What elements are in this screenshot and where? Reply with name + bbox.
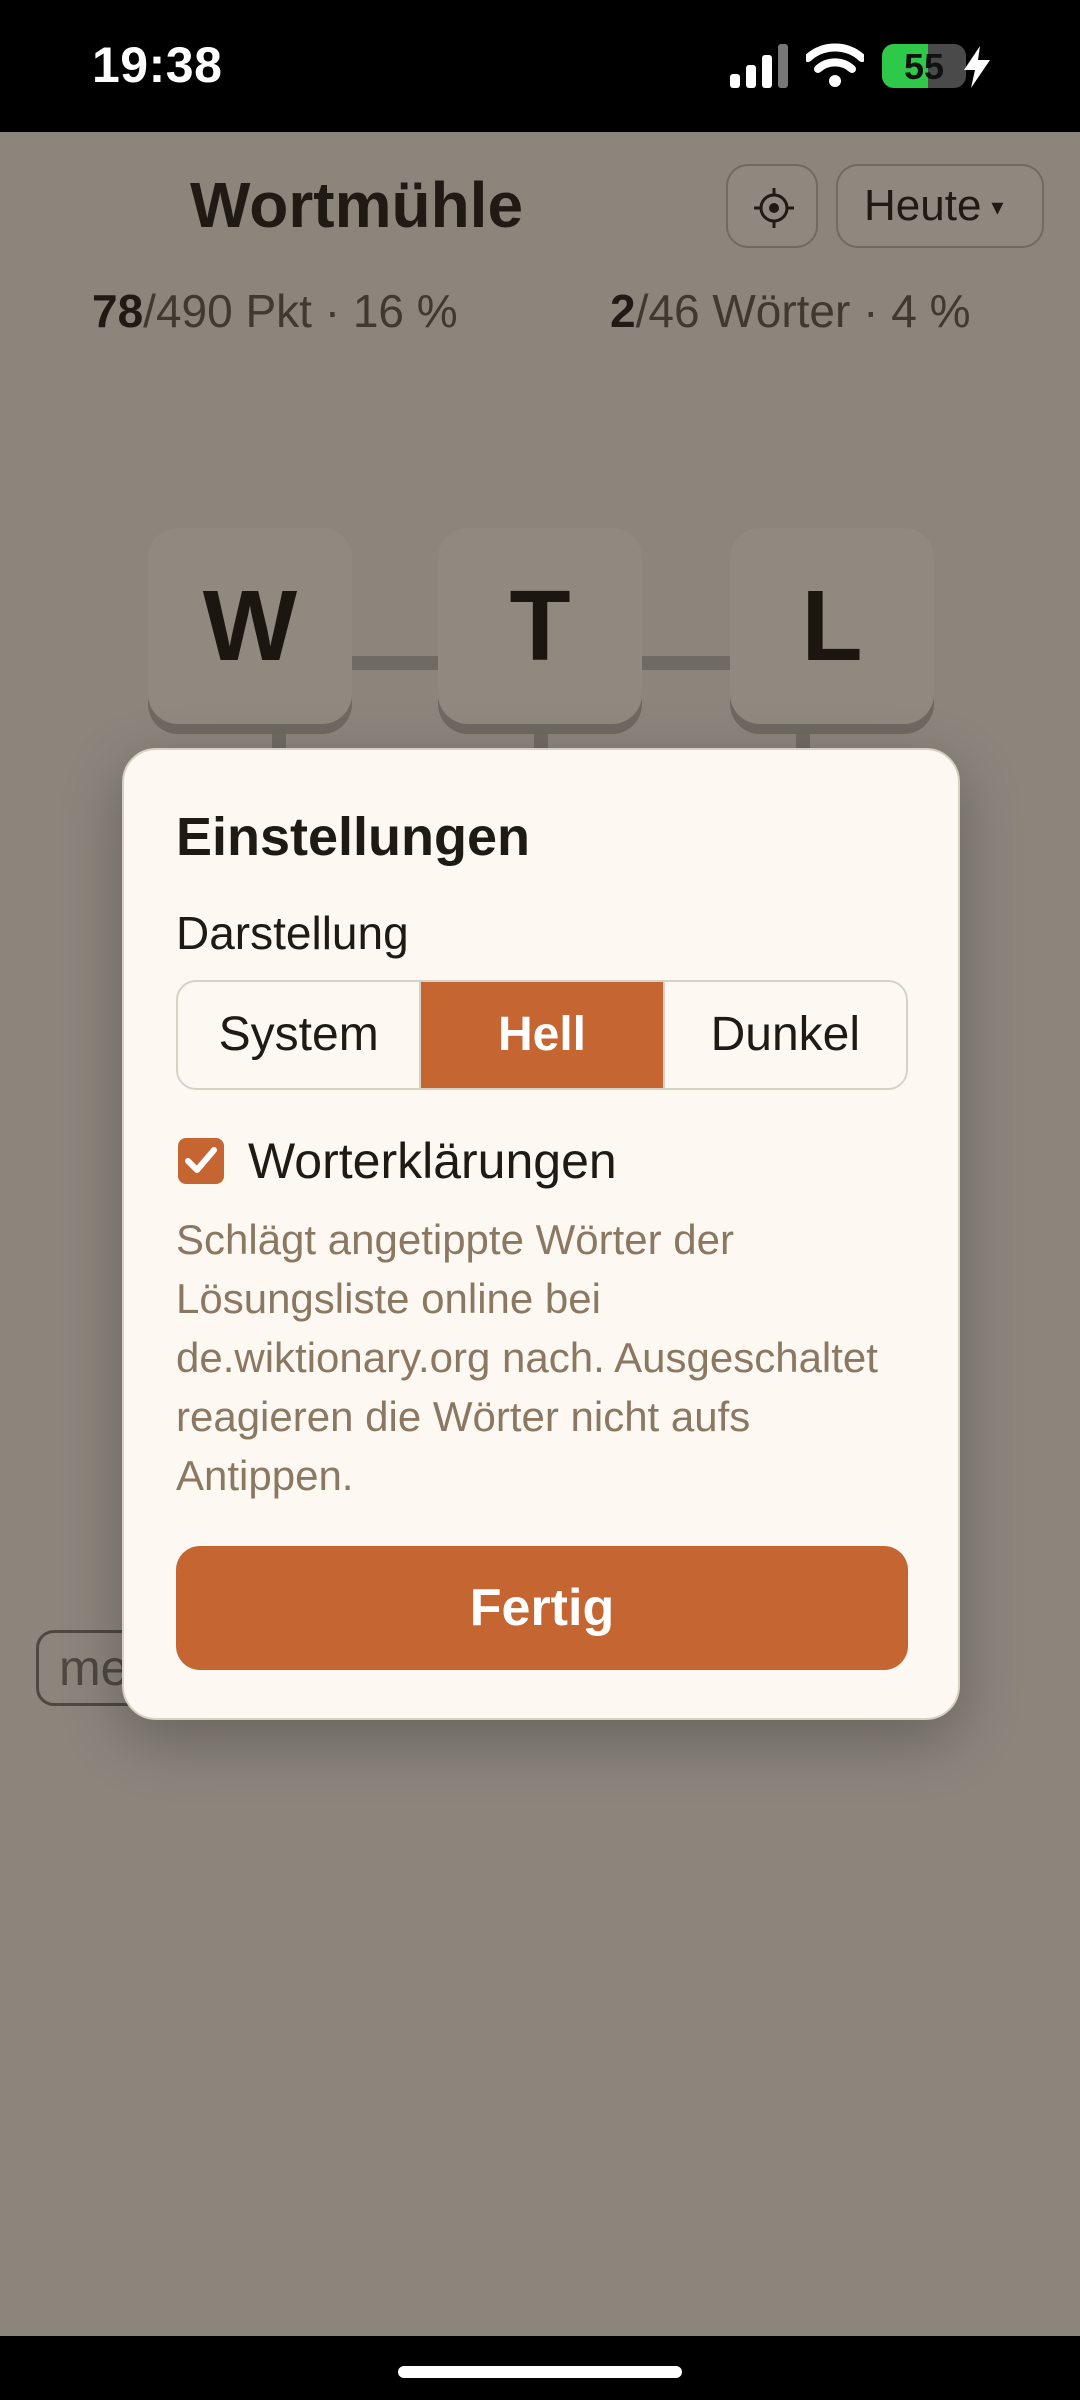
words-total: /46 Wörter · 4 % [635, 285, 971, 337]
points-found: 78 [92, 285, 144, 337]
date-selector-label: Heute [864, 181, 982, 230]
appearance-option-light[interactable]: Hell [421, 982, 665, 1088]
phone-screen: 19:38 55 Wortmühle Heute ▾ 78/490 Pkt · … [0, 0, 1080, 2400]
home-indicator-bar [0, 2336, 1080, 2400]
done-button[interactable]: Fertig [176, 1546, 908, 1670]
words-found: 2 [610, 285, 636, 337]
charging-bolt-icon [964, 46, 990, 88]
checkmark-icon [185, 1147, 217, 1173]
appearance-segmented-control: System Hell Dunkel [176, 980, 908, 1090]
appearance-option-dark[interactable]: Dunkel [665, 982, 906, 1088]
wifi-icon [806, 43, 864, 87]
letter-tile[interactable]: T [438, 528, 642, 724]
battery-indicator: 55 [882, 44, 966, 88]
home-indicator[interactable] [398, 2366, 682, 2378]
battery-level: 55 [903, 46, 945, 87]
definitions-description: Schlägt angetippte Wörter der Lösungslis… [176, 1216, 878, 1499]
appearance-option-system[interactable]: System [178, 982, 422, 1088]
letter-tile[interactable]: W [148, 528, 352, 724]
points-total: /490 Pkt · 16 % [143, 285, 458, 337]
appearance-label: Darstellung [176, 907, 409, 959]
settings-dialog: Einstellungen Darstellung System Hell Du… [122, 748, 960, 1720]
signal-bars-icon [730, 44, 788, 88]
status-bar: 19:38 55 [0, 0, 1080, 132]
definitions-checkbox[interactable] [178, 1138, 224, 1184]
dialog-title: Einstellungen [176, 807, 531, 867]
chevron-down-icon: ▾ [991, 194, 1004, 222]
date-selector-button[interactable]: Heute ▾ [836, 164, 1044, 248]
tile-connector [632, 656, 732, 670]
status-time: 19:38 [92, 37, 223, 93]
words-progress: 2/46 Wörter · 4 % [610, 284, 970, 338]
app-title: Wortmühle [190, 169, 524, 241]
points-progress: 78/490 Pkt · 16 % [92, 284, 458, 338]
letter-tile[interactable]: L [730, 528, 934, 724]
definitions-checkbox-label[interactable]: Worterklärungen [248, 1132, 617, 1190]
settings-button[interactable] [726, 164, 818, 248]
tile-connector [340, 656, 440, 670]
gear-icon [754, 188, 794, 228]
